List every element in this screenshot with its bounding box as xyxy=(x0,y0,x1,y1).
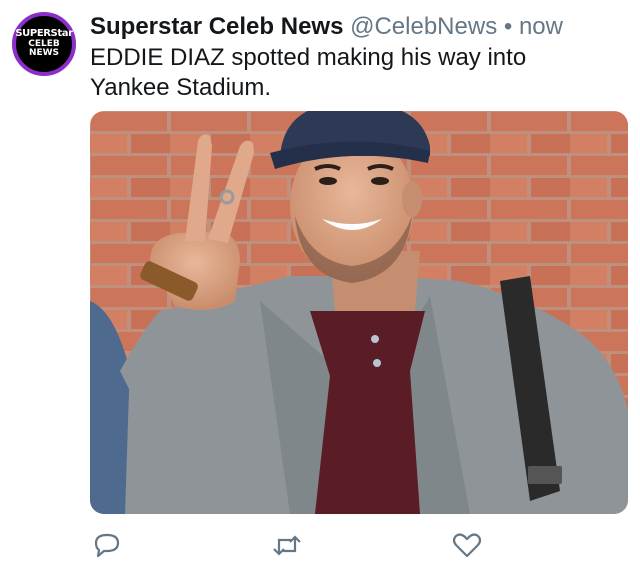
user-handle[interactable]: @CelebNews xyxy=(350,13,497,40)
tweet-photo[interactable] xyxy=(90,111,628,514)
retweet-icon xyxy=(273,535,301,556)
reply-icon xyxy=(94,533,120,558)
avatar[interactable]: SUPERStar CELEB NEWS xyxy=(12,12,76,76)
reply-button[interactable] xyxy=(90,528,124,562)
photo-man-peace-sign xyxy=(90,111,628,514)
tweet-text: EDDIE DIAZ spotted making his way into Y… xyxy=(90,44,527,101)
separator-dot: • xyxy=(503,13,513,40)
avatar-logo-line3: NEWS xyxy=(28,48,60,59)
tweet-actions xyxy=(90,528,628,562)
timestamp[interactable]: now xyxy=(519,13,563,40)
like-icon xyxy=(452,533,482,558)
retweet-button[interactable] xyxy=(270,528,304,562)
display-name[interactable]: Superstar Celeb News xyxy=(90,13,343,40)
like-button[interactable] xyxy=(450,528,484,562)
tweet-header: Superstar Celeb News @CelebNews • now xyxy=(90,12,563,42)
